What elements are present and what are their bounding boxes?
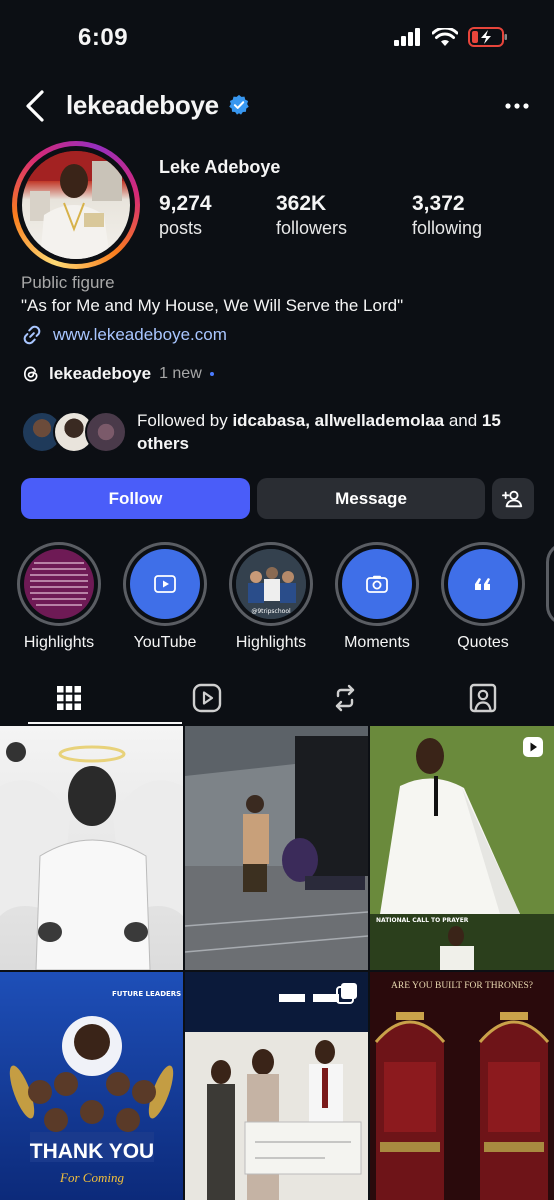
highlight-youtube[interactable]: YouTube — [123, 542, 207, 652]
camera-icon — [366, 575, 388, 593]
mutual-avatar-3 — [85, 411, 127, 453]
reels-icon — [192, 683, 222, 713]
stat-followers-value: 362K — [276, 192, 327, 215]
followed-by-prefix: Followed by — [137, 411, 233, 430]
post-3[interactable]: NATIONAL CALL TO PRAYER — [370, 726, 554, 970]
verified-badge-icon — [229, 94, 249, 115]
highlight-3-label: Highlights — [235, 634, 307, 651]
tab-tagged[interactable] — [414, 672, 552, 724]
display-name: Leke Adeboye — [159, 157, 281, 177]
profile-header: lekeadeboye — [0, 84, 554, 128]
post-1[interactable] — [0, 726, 183, 970]
stat-posts[interactable]: 9,274 posts — [159, 192, 212, 239]
avatar-photo — [22, 151, 130, 259]
quote-icon — [475, 578, 490, 590]
tab-reels[interactable] — [138, 672, 276, 724]
tab-grid[interactable] — [0, 672, 138, 724]
highlight-text-thumbnail — [24, 549, 94, 619]
stat-followers-label: followers — [276, 218, 348, 238]
back-arrow-icon[interactable] — [20, 88, 52, 124]
profile-bio: "As for Me and My House, We Will Serve t… — [21, 296, 404, 315]
suggested-users-button[interactable] — [492, 478, 534, 519]
threads-handle: lekeadeboye — [49, 364, 152, 383]
stat-posts-value: 9,274 — [159, 192, 212, 215]
post-4-tag: FUTURE LEADERS ASSEMBLY — [112, 990, 183, 998]
link-icon — [23, 325, 41, 345]
status-icons — [394, 27, 508, 47]
stat-following-value: 3,372 — [412, 192, 465, 215]
profile-tabs — [0, 672, 554, 724]
multi-photo-icon — [336, 983, 357, 1004]
website-link[interactable]: www.lekeadeboye.com — [21, 324, 227, 346]
followed-by[interactable]: Followed by idcabasa, allwellademolaa an… — [21, 409, 541, 459]
highlight-1-label: Highlights — [23, 634, 95, 651]
post-3-caption: NATIONAL CALL TO PRAYER — [376, 917, 469, 924]
stat-following[interactable]: 3,372 following — [412, 192, 482, 239]
threads-icon — [23, 366, 38, 382]
battery-charging-icon — [468, 27, 507, 47]
website-link-text: www.lekeadeboye.com — [53, 325, 227, 344]
more-options-icon[interactable] — [504, 94, 530, 118]
stat-followers[interactable]: 362K followers — [276, 192, 347, 239]
reel-badge-icon — [523, 737, 543, 757]
header-username: lekeadeboye — [66, 90, 219, 120]
wifi-icon — [432, 27, 458, 46]
message-button[interactable]: Message — [257, 478, 485, 519]
highlight-1[interactable]: Highlights — [17, 542, 101, 652]
followed-by-text: Followed by idcabasa, allwellademolaa an… — [137, 409, 537, 455]
threads-new-count: 1 new — [159, 365, 202, 382]
post-2[interactable] — [185, 726, 368, 970]
post-4[interactable]: THANK YOU For Coming FUTURE LEADERS ASSE… — [0, 972, 183, 1200]
play-icon — [154, 575, 176, 593]
post-4-title: THANK YOU — [30, 1140, 154, 1163]
highlight-quotes-label: Quotes — [457, 634, 509, 651]
highlight-moments-label: Moments — [344, 634, 410, 651]
profile-avatar[interactable] — [12, 141, 140, 269]
avatar-figure — [22, 151, 130, 259]
reposts-icon — [335, 684, 355, 712]
add-person-icon — [502, 490, 523, 507]
highlight-moments[interactable]: Moments — [335, 542, 419, 652]
highlight-6-partial[interactable] — [546, 542, 554, 626]
grid-icon — [57, 686, 81, 710]
tagged-icon — [469, 683, 497, 713]
tab-reposts[interactable] — [276, 672, 414, 724]
followed-by-and: and — [444, 411, 482, 430]
stat-posts-label: posts — [159, 218, 203, 238]
highlight-quotes[interactable]: Quotes — [441, 542, 525, 652]
post-4-subtitle: For Coming — [59, 1170, 124, 1185]
signal-icon — [394, 28, 420, 46]
post-6-headline: ARE YOU BUILT FOR THRONES? — [391, 981, 533, 991]
highlight-3[interactable]: @9tripschool Highlights — [229, 542, 313, 652]
threads-badge[interactable]: lekeadeboye 1 new — [21, 364, 214, 384]
post-5[interactable] — [185, 972, 368, 1200]
highlight-thumb-caption: @9tripschool — [251, 608, 291, 615]
highlight-youtube-label: YouTube — [133, 634, 197, 651]
follow-button[interactable]: Follow — [21, 478, 250, 519]
followed-by-names: idcabasa, allwellademolaa — [232, 411, 445, 430]
status-bar: 6:09 — [0, 0, 554, 76]
profile-category: Public figure — [21, 273, 115, 292]
highlight-photo-thumbnail: @9tripschool — [236, 549, 306, 619]
post-6[interactable]: ARE YOU BUILT FOR THRONES? — [370, 972, 554, 1200]
active-tab-indicator — [28, 722, 182, 724]
stat-following-label: following — [412, 218, 483, 238]
new-dot-indicator — [209, 372, 214, 376]
status-time: 6:09 — [78, 24, 129, 51]
